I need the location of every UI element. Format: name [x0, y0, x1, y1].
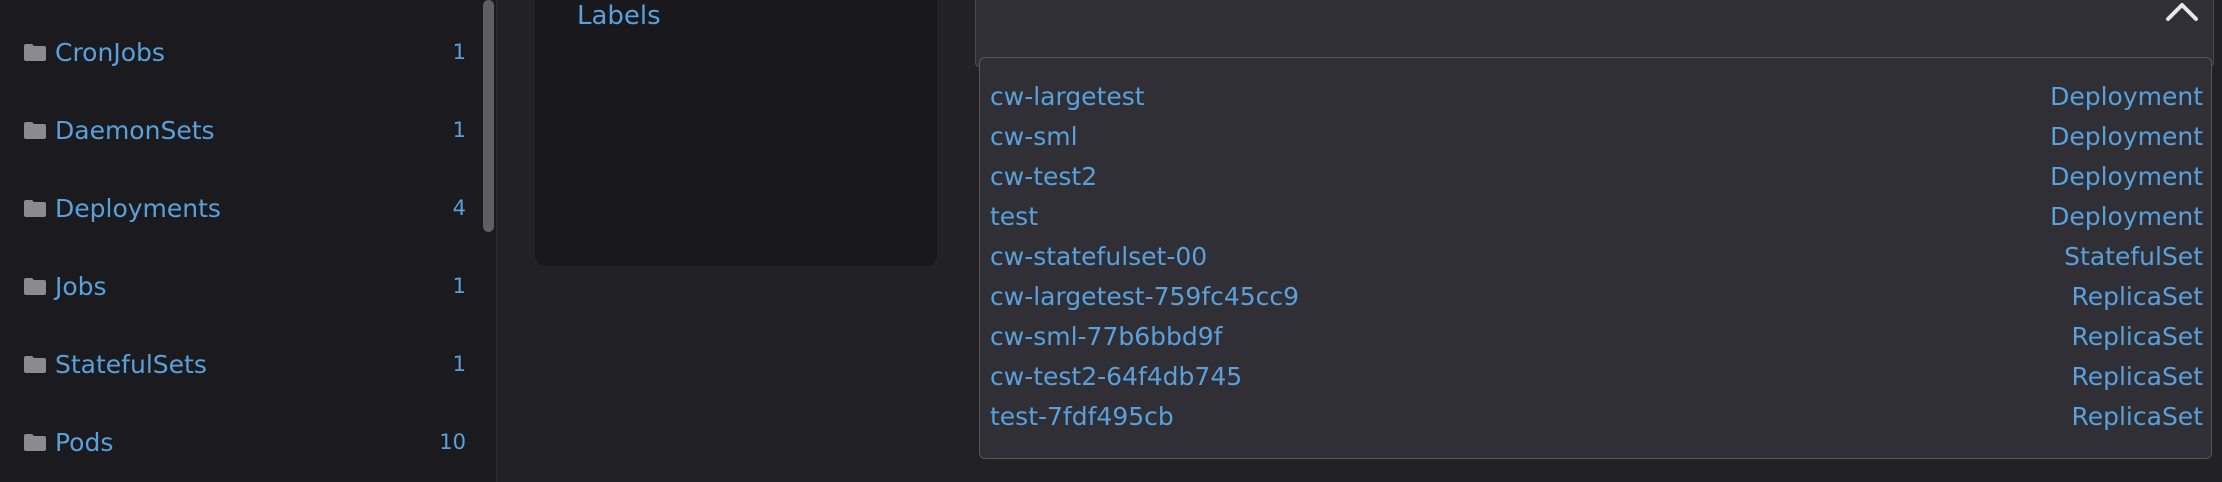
labels-link[interactable]: Labels: [577, 1, 661, 31]
result-name: cw-largetest: [990, 81, 1145, 111]
folder-icon: [24, 43, 46, 61]
search-result-item[interactable]: cw-test2-64f4db745 ReplicaSet: [990, 356, 2203, 396]
search-result-item[interactable]: cw-largetest-759fc45cc9 ReplicaSet: [990, 276, 2203, 316]
sidebar-scrollbar[interactable]: [483, 0, 494, 232]
search-result-item[interactable]: test-7fdf495cb ReplicaSet: [990, 396, 2203, 436]
search-result-item[interactable]: cw-sml-77b6bbd9f ReplicaSet: [990, 316, 2203, 356]
result-name: test: [990, 201, 1039, 231]
details-panel: Labels: [534, 0, 938, 267]
sidebar-item-count: 1: [452, 274, 466, 298]
sidebar-item-label: Deployments: [55, 193, 221, 223]
result-name: cw-largetest-759fc45cc9: [990, 281, 1300, 311]
folder-icon: [24, 433, 46, 451]
result-kind: ReplicaSet: [2071, 361, 2203, 391]
result-kind: Deployment: [2050, 121, 2203, 151]
sidebar-item-label: StatefulSets: [55, 349, 207, 379]
search-result-item[interactable]: test Deployment: [990, 196, 2203, 236]
search-result-item[interactable]: cw-largetest Deployment: [990, 76, 2203, 116]
result-name: cw-sml: [990, 121, 1078, 151]
sidebar-item-daemonsets[interactable]: DaemonSets 1: [24, 110, 466, 150]
sidebar-item-pods[interactable]: Pods 10: [24, 422, 466, 462]
search-result-item[interactable]: cw-sml Deployment: [990, 116, 2203, 156]
search-results-dropdown: cw-largetest Deployment cw-sml Deploymen…: [979, 57, 2212, 459]
sidebar-item-count: 1: [452, 118, 466, 142]
result-name: cw-sml-77b6bbd9f: [990, 321, 1223, 351]
sidebar-item-label: CronJobs: [55, 37, 165, 67]
result-kind: Deployment: [2050, 201, 2203, 231]
sidebar-item-count: 10: [439, 430, 466, 454]
search-result-item[interactable]: cw-test2 Deployment: [990, 156, 2203, 196]
folder-icon: [24, 199, 46, 217]
result-name: cw-statefulset-00: [990, 241, 1208, 271]
sidebar-item-cronjobs[interactable]: CronJobs 1: [24, 32, 466, 72]
result-name: test-7fdf495cb: [990, 401, 1174, 431]
sidebar-item-count: 1: [452, 40, 466, 64]
result-kind: ReplicaSet: [2071, 281, 2203, 311]
folder-icon: [24, 355, 46, 373]
sidebar-item-label: Jobs: [55, 271, 107, 301]
result-kind: ReplicaSet: [2071, 401, 2203, 431]
folder-icon: [24, 121, 46, 139]
result-kind: ReplicaSet: [2071, 321, 2203, 351]
search-result-item[interactable]: cw-statefulset-00 StatefulSet: [990, 236, 2203, 276]
result-kind: StatefulSet: [2064, 241, 2203, 271]
sidebar-item-count: 4: [452, 196, 466, 220]
sidebar-item-deployments[interactable]: Deployments 4: [24, 188, 466, 228]
workloads-sidebar: CronJobs 1 DaemonSets 1 Deployments 4 Jo…: [0, 0, 497, 482]
result-name: cw-test2: [990, 161, 1098, 191]
sidebar-item-jobs[interactable]: Jobs 1: [24, 266, 466, 306]
result-name: cw-test2-64f4db745: [990, 361, 1243, 391]
folder-icon: [24, 277, 46, 295]
close-icon[interactable]: [2163, 0, 2201, 33]
sidebar-item-label: Pods: [55, 427, 114, 457]
result-kind: Deployment: [2050, 81, 2203, 111]
sidebar-item-label: DaemonSets: [55, 115, 215, 145]
result-kind: Deployment: [2050, 161, 2203, 191]
sidebar-item-count: 1: [452, 352, 466, 376]
sidebar-item-statefulsets[interactable]: StatefulSets 1: [24, 344, 466, 384]
